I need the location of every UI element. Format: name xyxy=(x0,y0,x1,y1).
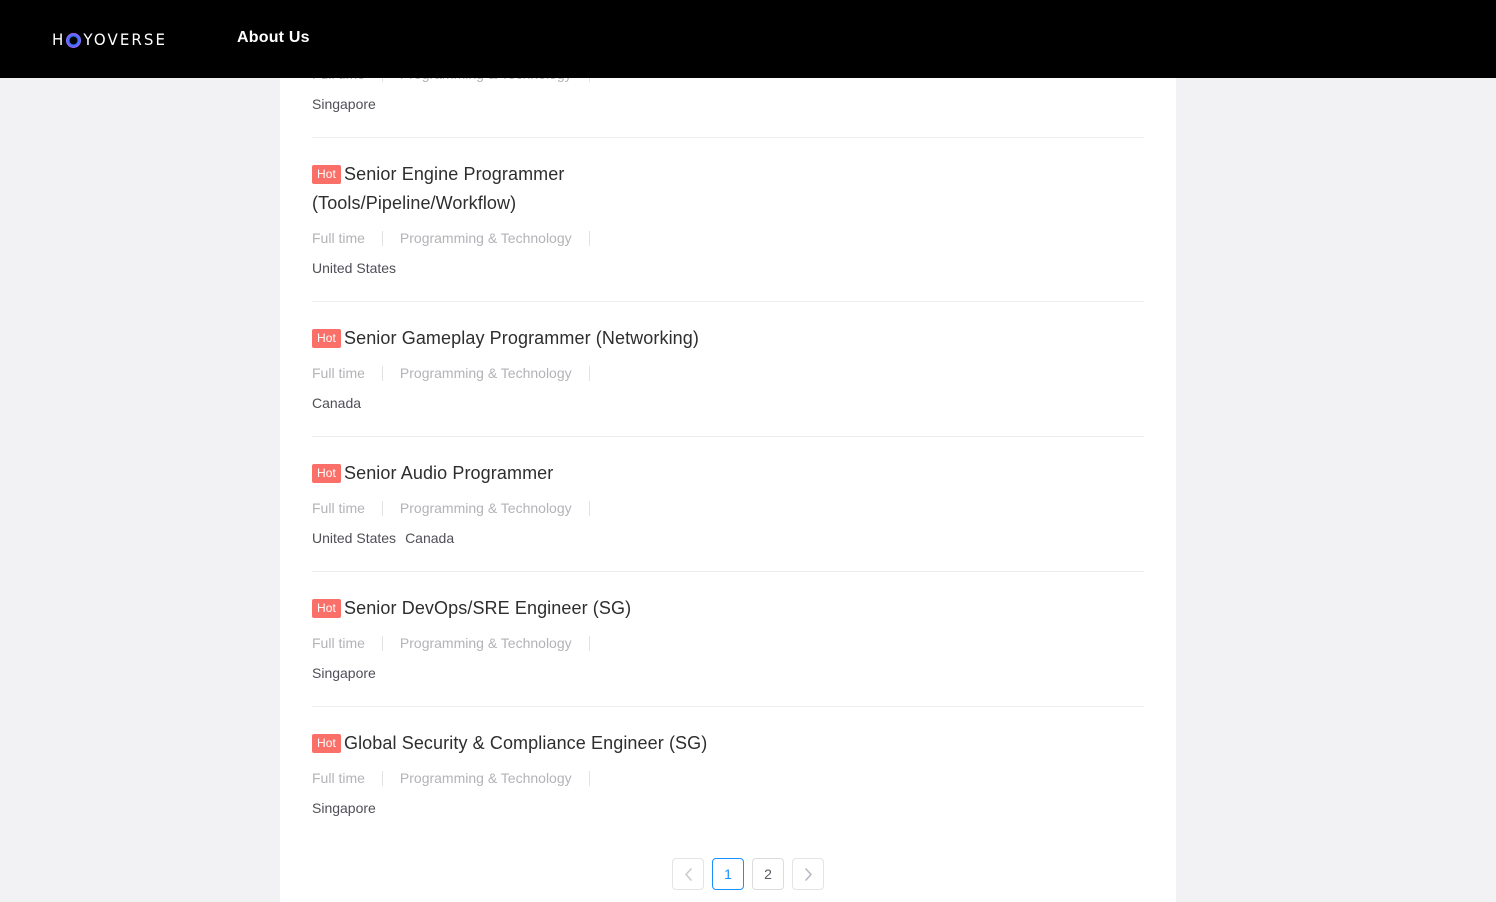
pagination-prev-button[interactable] xyxy=(672,858,704,890)
job-department: Programming & Technology xyxy=(399,365,572,381)
job-department: Programming & Technology xyxy=(399,500,572,516)
job-location: Canada xyxy=(312,395,362,411)
job-title[interactable]: Hot Senior DevOps/SRE Engineer (SG) xyxy=(312,594,732,623)
job-title[interactable]: Hot Global Security & Compliance Engineer… xyxy=(312,729,732,758)
brand-text-left: H xyxy=(52,30,66,49)
meta-divider xyxy=(588,770,590,786)
job-list: Full time Programming & Technology Singa… xyxy=(280,78,1176,841)
meta-divider xyxy=(381,230,383,246)
hot-badge: Hot xyxy=(312,329,341,348)
job-employment-type: Full time xyxy=(312,770,365,786)
list-item[interactable]: Hot Global Security & Compliance Engineer… xyxy=(280,706,1176,841)
pagination-page-1[interactable]: 1 xyxy=(712,858,744,890)
job-title-text: Global Security & Compliance Engineer (S… xyxy=(343,733,708,753)
job-meta: Full time Programming & Technology xyxy=(312,768,1144,788)
job-title-text: Senior Engine Programmer (Tools/Pipeline… xyxy=(312,164,565,213)
list-item[interactable]: Hot Senior Audio Programmer Full time Pro… xyxy=(280,436,1176,571)
job-title-text: Senior DevOps/SRE Engineer (SG) xyxy=(343,598,632,618)
list-item[interactable]: Hot Senior Engine Programmer (Tools/Pipel… xyxy=(280,137,1176,301)
meta-divider xyxy=(381,635,383,651)
job-location: Singapore xyxy=(312,800,376,816)
job-location: Singapore xyxy=(312,96,376,112)
job-location: United States xyxy=(312,530,397,546)
job-meta: Full time Programming & Technology xyxy=(312,633,1144,653)
meta-divider xyxy=(588,365,590,381)
pagination-next-button[interactable] xyxy=(792,858,824,890)
brand-ring-icon xyxy=(66,32,82,48)
job-title-text: Senior Audio Programmer xyxy=(343,463,554,483)
meta-divider xyxy=(588,500,590,516)
job-locations: Canada xyxy=(312,393,1144,413)
meta-divider xyxy=(381,365,383,381)
job-employment-type: Full time xyxy=(312,230,365,246)
job-employment-type: Full time xyxy=(312,365,365,381)
job-locations: Singapore xyxy=(312,94,1144,114)
job-locations: United States Canada xyxy=(312,528,1144,548)
job-location: Singapore xyxy=(312,665,376,681)
meta-divider xyxy=(588,78,590,82)
hot-badge: Hot xyxy=(312,165,341,184)
job-employment-type: Full time xyxy=(312,500,365,516)
hot-badge: Hot xyxy=(312,464,341,483)
job-locations: Singapore xyxy=(312,798,1144,818)
nav-link-about-us[interactable]: About Us xyxy=(237,29,310,47)
meta-divider xyxy=(381,770,383,786)
chevron-right-icon xyxy=(804,867,813,881)
job-meta: Full time Programming & Technology xyxy=(312,363,1144,383)
meta-divider xyxy=(381,500,383,516)
job-title[interactable]: Hot Senior Gameplay Programmer (Networkin… xyxy=(312,324,732,353)
pagination: 1 2 xyxy=(0,858,1496,890)
job-department: Programming & Technology xyxy=(399,230,572,246)
hot-badge: Hot xyxy=(312,734,341,753)
top-navigation-bar: H YOVERSE About Us xyxy=(0,0,1496,78)
job-employment-type: Full time xyxy=(312,78,382,84)
job-listings-card: Full time Programming & Technology Singa… xyxy=(280,78,1176,902)
meta-divider xyxy=(381,78,383,82)
brand-text-right: YOVERSE xyxy=(83,30,168,49)
job-location: Canada xyxy=(405,530,455,546)
hot-badge: Hot xyxy=(312,599,341,618)
meta-divider xyxy=(588,635,590,651)
job-locations: United States xyxy=(312,258,1144,278)
job-meta: Full time Programming & Technology xyxy=(312,228,1144,248)
job-employment-type: Full time xyxy=(312,635,365,651)
job-department: Programming & Technology xyxy=(399,770,572,786)
hoyoverse-logo[interactable]: H YOVERSE xyxy=(52,30,167,50)
job-meta: Full time Programming & Technology xyxy=(312,498,1144,518)
job-title-text: Senior Gameplay Programmer (Networking) xyxy=(343,328,699,348)
list-item[interactable]: Hot Senior Gameplay Programmer (Networkin… xyxy=(280,301,1176,436)
job-locations: Singapore xyxy=(312,663,1144,683)
list-item[interactable]: Full time Programming & Technology Singa… xyxy=(280,78,1176,137)
job-department: Programming & Technology xyxy=(400,78,589,84)
list-item[interactable]: Hot Senior DevOps/SRE Engineer (SG) Full … xyxy=(280,571,1176,706)
job-location: United States xyxy=(312,260,397,276)
page-body: Full time Programming & Technology Singa… xyxy=(0,78,1496,902)
job-meta: Full time Programming & Technology xyxy=(312,78,1144,84)
meta-divider xyxy=(588,230,590,246)
job-department: Programming & Technology xyxy=(399,635,572,651)
job-title[interactable]: Hot Senior Audio Programmer xyxy=(312,459,732,488)
chevron-left-icon xyxy=(684,867,693,881)
job-title[interactable]: Hot Senior Engine Programmer (Tools/Pipel… xyxy=(312,160,732,218)
pagination-page-2[interactable]: 2 xyxy=(752,858,784,890)
